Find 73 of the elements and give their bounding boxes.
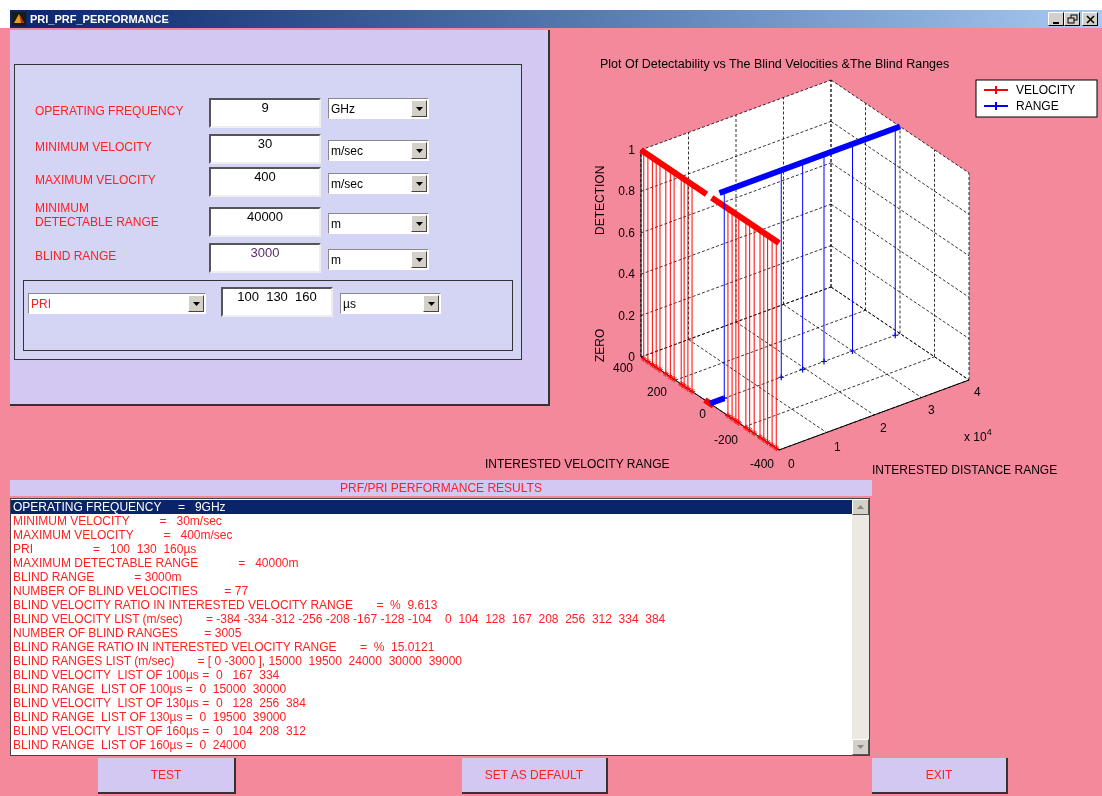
input-field[interactable]: 400 [209, 167, 321, 197]
results-header: PRF/PRI PERFORMANCE RESULTS [10, 480, 872, 496]
result-line[interactable]: BLIND RANGE = 3000m [11, 570, 852, 584]
app-icon [12, 12, 26, 26]
result-line[interactable]: BLIND VELOCITY LIST (m/sec) = -384 -334 -312 -256 -208 -167 -128 -104 0 104 128 167 208 256 312 334 384 [11, 612, 852, 626]
tick-label: 0 [788, 457, 795, 471]
result-line[interactable]: BLIND RANGES LIST (m/sec) = [ 0 -3000 ], 15000 19500 24000 30000 39000 [11, 654, 852, 668]
tick-label: 1 [834, 440, 841, 454]
input-field[interactable]: 100 130 160 [221, 287, 333, 317]
action-button[interactable]: EXIT [872, 758, 1008, 794]
action-button[interactable]: SET AS DEFAULT [462, 758, 608, 794]
axis-label: INTERESTED DISTANCE RANGE [872, 463, 1058, 477]
dropdown[interactable]: m/sec [328, 140, 429, 161]
legend-label: VELOCITY [1016, 83, 1076, 97]
window-title: PRI_PRF_PERFORMANCE [30, 11, 169, 27]
down-arrow-icon [857, 745, 864, 749]
restore-icon[interactable] [1064, 12, 1080, 26]
axis-label: DETECTION [593, 165, 607, 235]
tick-label: 1 [628, 143, 635, 157]
field-label: MAXIMUM VELOCITY [34, 172, 157, 187]
result-line[interactable]: BLIND VELOCITY LIST OF 130µs = 0 128 256 384 [11, 696, 852, 710]
scrollbar[interactable] [852, 499, 869, 755]
result-line[interactable]: BLIND RANGE LIST OF 130µs = 0 19500 39000 [11, 710, 852, 724]
tick-label: 200 [646, 385, 667, 399]
scroll-down-button[interactable] [852, 739, 869, 755]
dropdown[interactable]: m [328, 249, 429, 270]
tick-label: 4 [974, 385, 981, 399]
tick-label: 400 [612, 361, 633, 375]
tick-label: -200 [713, 433, 738, 447]
tick-label: -400 [749, 457, 774, 471]
result-line[interactable]: MINIMUM VELOCITY = 30m/sec [11, 514, 852, 528]
tick-label: 2 [880, 421, 887, 435]
tick-label: 0.8 [618, 184, 635, 199]
field-label: OPERATING FREQUENCY [34, 103, 185, 118]
field-label: MINIMUM DETECTABLE RANGE [34, 201, 160, 229]
dropdown[interactable]: m [328, 213, 429, 234]
field-label: MINIMUM VELOCITY [34, 139, 153, 154]
axis-label: INTERESTED VELOCITY RANGE [485, 457, 670, 471]
result-line[interactable]: BLIND RANGE LIST OF 100µs = 0 15000 30000 [11, 682, 852, 696]
tick-label: 0 [699, 407, 706, 421]
result-line[interactable]: BLIND VELOCITY LIST OF 160µs = 0 104 208 312 [11, 724, 852, 738]
up-arrow-icon [857, 505, 864, 509]
dropdown[interactable]: m/sec [328, 173, 429, 194]
action-button[interactable]: TEST [98, 758, 236, 794]
input-field[interactable]: 9 [209, 98, 321, 128]
legend-label: RANGE [1016, 99, 1059, 113]
tick-label: 3 [928, 403, 935, 417]
scroll-up-button[interactable] [852, 499, 869, 515]
tick-label: 0 [628, 350, 635, 364]
result-line[interactable]: MAXIMUM DETECTABLE RANGE = 40000m [11, 556, 852, 570]
input-field[interactable]: 3000 [209, 243, 321, 273]
input-field[interactable]: 30 [209, 134, 321, 164]
dropdown[interactable]: GHz [328, 98, 429, 119]
tick-label: 0.2 [618, 308, 635, 323]
minimize-icon[interactable] [1048, 12, 1064, 26]
chart-title: Plot Of Detectability vs The Blind Velocities &The Blind Ranges [600, 57, 950, 71]
tick-label: 0.4 [618, 267, 635, 282]
axis-multiplier: x 10$^{4}$ [964, 427, 992, 444]
result-line[interactable]: MAXIMUM VELOCITY = 400m/sec [11, 528, 852, 542]
result-line[interactable]: BLIND RANGE LIST OF 160µs = 0 24000 [11, 738, 852, 752]
close-icon[interactable] [1082, 12, 1098, 26]
dropdown[interactable]: PRI [28, 293, 206, 314]
tick-label: 0.6 [618, 225, 635, 240]
result-line[interactable]: BLIND VELOCITY LIST OF 100µs = 0 167 334 [11, 668, 852, 682]
input-field[interactable]: 40000 [209, 207, 321, 237]
dropdown[interactable]: µs [340, 293, 441, 314]
axis-label: ZERO [593, 328, 607, 362]
result-line[interactable]: NUMBER OF BLIND VELOCITIES = 77 [11, 584, 852, 598]
result-line[interactable]: BLIND VELOCITY RATIO IN INTERESTED VELOCITY RANGE = % 9.613 [11, 598, 852, 612]
field-label: BLIND RANGE [34, 248, 118, 263]
result-line[interactable]: NUMBER OF BLIND RANGES = 3005 [11, 626, 852, 640]
result-line[interactable]: BLIND RANGE RATIO IN INTERESTED VELOCITY RANGE = % 15.0121 [11, 640, 852, 654]
result-line[interactable]: PRI = 100 130 160µs [11, 542, 852, 556]
